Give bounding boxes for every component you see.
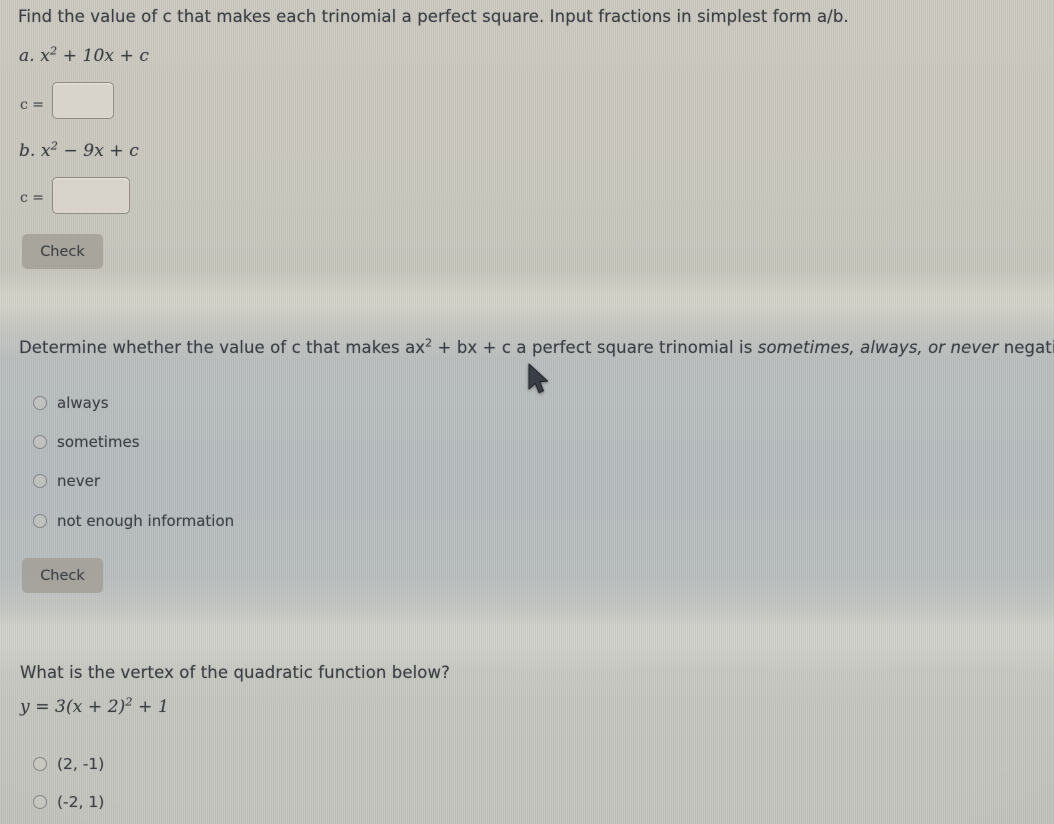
option-label: never — [57, 472, 101, 490]
question-2-prompt-part2: + bx + c a perfect square trinomial is — [432, 338, 758, 357]
radio-icon[interactable] — [33, 435, 47, 449]
radio-icon[interactable] — [33, 757, 47, 771]
part-b-label: b. — [19, 141, 36, 161]
question-2-prompt: Determine whether the value of c that ma… — [19, 338, 1054, 357]
question-2-prompt-part1: Determine whether the value of c that ma… — [19, 338, 426, 357]
radio-icon[interactable] — [33, 514, 47, 528]
part-a-field-label: c = — [20, 97, 45, 113]
question-1-check-button[interactable]: Check — [22, 234, 103, 269]
equation-exponent: 2 — [125, 695, 133, 709]
part-b-field-label: c = — [20, 190, 45, 206]
question-3-prompt: What is the vertex of the quadratic func… — [20, 663, 450, 682]
part-b-answer-input[interactable] — [52, 177, 130, 214]
part-b-expr-exponent: 2 — [50, 139, 58, 153]
question-2-option-never[interactable]: never — [33, 472, 100, 490]
question-1-prompt: Find the value of c that makes each trin… — [18, 7, 849, 26]
question-2-check-button[interactable]: Check — [22, 558, 103, 593]
option-label: always — [57, 394, 109, 412]
arrow-pointer-icon — [528, 363, 549, 394]
question-1-part-b-expression: b. x2 − 9x + c — [19, 139, 139, 161]
radio-icon[interactable] — [33, 396, 47, 410]
equation-suffix: + 1 — [132, 697, 169, 717]
part-a-expr-rest: + 10x + c — [57, 46, 150, 66]
part-a-expr-base: x — [40, 46, 50, 66]
part-a-answer-input[interactable] — [52, 82, 114, 119]
quiz-page: Find the value of c that makes each trin… — [0, 0, 1054, 824]
part-b-expr-base: x — [41, 141, 51, 161]
radio-icon[interactable] — [33, 474, 47, 488]
question-2-option-not-enough-information[interactable]: not enough information — [33, 512, 234, 530]
part-a-label: a. — [19, 46, 35, 66]
option-label: sometimes — [57, 433, 140, 451]
question-3-option-2[interactable]: (-2, 1) — [33, 793, 104, 811]
question-3-equation: y = 3(x + 2)2 + 1 — [20, 695, 169, 717]
question-2-option-always[interactable]: always — [33, 394, 109, 412]
option-label: (2, -1) — [57, 755, 105, 773]
question-2-prompt-part3: negativ — [1003, 338, 1054, 357]
option-label: (-2, 1) — [57, 793, 105, 811]
part-b-expr-rest: − 9x + c — [57, 141, 139, 161]
equation-prefix: y = 3(x + 2) — [20, 697, 126, 717]
question-2-prompt-italic: sometimes, always, or never — [757, 338, 999, 357]
question-3-option-1[interactable]: (2, -1) — [33, 755, 104, 773]
question-2-option-sometimes[interactable]: sometimes — [33, 433, 140, 451]
question-1-part-a-expression: a. x2 + 10x + c — [19, 45, 150, 66]
radio-icon[interactable] — [33, 795, 47, 809]
option-label: not enough information — [57, 512, 235, 530]
